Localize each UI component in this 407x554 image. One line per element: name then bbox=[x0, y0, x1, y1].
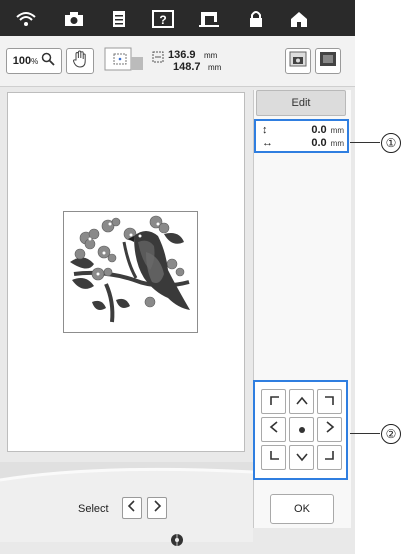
corner-up-left-icon bbox=[268, 393, 280, 411]
size-height: 148.7 bbox=[173, 61, 201, 73]
select-label: Select bbox=[78, 503, 109, 515]
size-width: 136.9 bbox=[168, 49, 196, 61]
callout-line-2 bbox=[350, 433, 380, 434]
corner-down-left-icon bbox=[268, 449, 280, 467]
chevron-left-icon bbox=[269, 420, 279, 439]
vertical-offset-value: 0.0 bbox=[311, 124, 327, 136]
chevron-left-icon bbox=[127, 499, 137, 517]
edit-button[interactable]: Edit bbox=[256, 90, 346, 116]
status-indicator bbox=[170, 533, 184, 552]
bird-with-flowers-image bbox=[70, 215, 190, 323]
move-right-button[interactable] bbox=[317, 417, 342, 442]
zoom-unit: % bbox=[31, 56, 39, 66]
camera-frame-icon bbox=[289, 51, 307, 72]
sewing-spool-icon bbox=[170, 534, 184, 551]
wifi-icon[interactable] bbox=[13, 8, 39, 30]
document-icon[interactable] bbox=[106, 8, 132, 30]
pan-hand-button[interactable] bbox=[66, 48, 94, 74]
preview-icon bbox=[319, 51, 337, 72]
hoop-layout-icon bbox=[104, 45, 148, 78]
horizontal-arrow-icon: ↔ bbox=[262, 137, 273, 149]
vertical-arrow-icon: ↕ bbox=[262, 124, 268, 136]
move-down-button[interactable] bbox=[289, 445, 314, 470]
callout-2: ② bbox=[381, 424, 401, 444]
toolbar: 100 % 136.9 mm 148.7 mm bbox=[0, 36, 355, 87]
sewing-machine-icon[interactable] bbox=[197, 8, 223, 30]
bird-design-thumbnail[interactable] bbox=[63, 211, 198, 333]
callout-1: ① bbox=[381, 133, 401, 153]
move-up-left-button[interactable] bbox=[261, 389, 286, 414]
edit-panel: Edit ↕ 0.0 mm ↔ 0.0 mm OK bbox=[253, 90, 351, 528]
chevron-up-icon bbox=[295, 393, 309, 411]
chevron-right-icon bbox=[325, 420, 335, 439]
hand-icon bbox=[72, 49, 88, 73]
move-up-button[interactable] bbox=[289, 389, 314, 414]
vertical-offset-unit: mm bbox=[330, 125, 344, 135]
design-size-readout: 136.9 mm 148.7 mm bbox=[152, 49, 232, 75]
chevron-down-icon bbox=[295, 449, 309, 467]
vertical-offset-row: ↕ 0.0 mm bbox=[262, 123, 344, 137]
corner-up-right-icon bbox=[324, 393, 336, 411]
bottom-decoration bbox=[0, 462, 253, 482]
position-readout: ↕ 0.0 mm ↔ 0.0 mm bbox=[254, 119, 349, 153]
camera-icon[interactable] bbox=[61, 8, 87, 30]
size-frame-icon bbox=[152, 50, 164, 68]
move-up-right-button[interactable] bbox=[317, 389, 342, 414]
help-icon[interactable]: ? bbox=[150, 8, 176, 30]
move-down-right-button[interactable] bbox=[317, 445, 342, 470]
callout-line-1 bbox=[350, 142, 380, 143]
select-next-button[interactable] bbox=[147, 497, 167, 519]
center-dot-icon bbox=[298, 421, 306, 439]
zoom-value: 100 bbox=[12, 55, 32, 67]
lock-icon[interactable] bbox=[243, 8, 269, 30]
corner-down-right-icon bbox=[324, 449, 336, 467]
horizontal-offset-value: 0.0 bbox=[311, 137, 327, 149]
horizontal-offset-row: ↔ 0.0 mm bbox=[262, 136, 344, 150]
ok-button[interactable]: OK bbox=[270, 494, 334, 524]
zoom-button[interactable]: 100 % bbox=[6, 48, 62, 74]
home-icon[interactable] bbox=[286, 8, 312, 30]
layout-button[interactable] bbox=[103, 47, 149, 74]
size-height-unit: mm bbox=[208, 63, 222, 72]
top-bar: ? bbox=[0, 0, 355, 36]
move-direction-pad bbox=[253, 380, 348, 480]
scan-camera-button[interactable] bbox=[285, 48, 311, 74]
preview-button[interactable] bbox=[315, 48, 341, 74]
size-width-unit: mm bbox=[204, 51, 218, 60]
move-down-left-button[interactable] bbox=[261, 445, 286, 470]
move-center-button[interactable] bbox=[289, 417, 314, 442]
embroidery-canvas[interactable] bbox=[7, 92, 245, 452]
embroidery-screen: ? 100 % 136.9 mm 148.7 mm Select Edit ↕ … bbox=[0, 0, 355, 554]
magnifier-icon bbox=[41, 52, 55, 71]
svg-text:?: ? bbox=[159, 13, 166, 27]
horizontal-offset-unit: mm bbox=[330, 138, 344, 148]
select-previous-button[interactable] bbox=[122, 497, 142, 519]
chevron-right-icon bbox=[152, 499, 162, 517]
move-left-button[interactable] bbox=[261, 417, 286, 442]
